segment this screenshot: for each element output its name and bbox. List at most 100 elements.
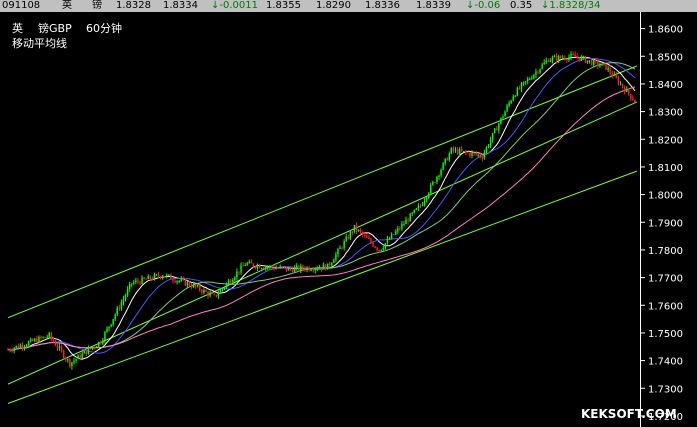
candle-body (508, 102, 510, 106)
quote-open: 1.8328 (116, 0, 151, 11)
candle-body (232, 280, 234, 283)
candle-body (617, 77, 620, 84)
candle-body (465, 150, 467, 153)
quote-change2: ↓-0.06 (466, 0, 501, 11)
candle-body (409, 213, 411, 222)
candle-body (390, 234, 393, 239)
candle-body (314, 268, 317, 271)
candle-body (67, 359, 69, 361)
candle-body (483, 152, 486, 159)
candle-body (368, 237, 370, 239)
quote-change: ↓-0.0011 (211, 0, 258, 11)
quote-v2: 1.8290 (316, 0, 351, 11)
candle-body (85, 351, 88, 355)
candle-body (343, 241, 345, 248)
candle-body (143, 277, 145, 279)
candle-body (306, 267, 308, 271)
candle-body (192, 284, 195, 288)
candle-body (549, 60, 552, 62)
candle-body (566, 59, 568, 61)
candle-body (58, 346, 61, 349)
candle (184, 278, 187, 286)
candle-body (625, 88, 628, 92)
candle-body (281, 266, 284, 268)
candle-body (500, 117, 502, 124)
chart-label-pair: 镑GBP (38, 21, 72, 35)
candle-body (493, 128, 496, 133)
candle-body (147, 275, 149, 280)
candle-body (93, 347, 96, 349)
candle-body (386, 239, 389, 244)
candle-body (60, 346, 63, 351)
candle-body (417, 205, 420, 209)
price-tick-label: 1.8200 (648, 135, 683, 146)
candle-body (326, 263, 329, 270)
candle-body (248, 261, 251, 264)
candle-body (194, 284, 197, 287)
candle-body (287, 267, 290, 271)
candle-body (285, 267, 288, 271)
candle-body (273, 267, 275, 270)
candle-body (265, 267, 267, 269)
candle-body (621, 83, 624, 88)
candle-body (405, 219, 407, 225)
candle-body (374, 246, 376, 248)
candle-body (444, 158, 446, 163)
quote-name: 英 (62, 0, 72, 11)
candle-body (199, 285, 201, 291)
candle-body (114, 314, 116, 320)
candle-body (553, 56, 556, 58)
candle-body (139, 281, 141, 284)
chart-label-indicator: 移动平均线 (12, 36, 67, 50)
candle-body (463, 150, 465, 152)
candle-body (207, 291, 209, 296)
candle-body (250, 261, 253, 264)
candle-body (133, 282, 135, 284)
candle-body (502, 116, 504, 118)
candle-body (246, 263, 248, 265)
candle-body (44, 336, 46, 338)
price-tick-label: 1.7400 (648, 357, 683, 368)
candle-body (605, 63, 607, 70)
candle-body (512, 96, 514, 101)
candle-body (590, 60, 593, 65)
candle-body (131, 283, 133, 285)
candle-body (81, 353, 83, 359)
candle-body (458, 149, 461, 154)
candle-body (434, 181, 436, 183)
candle-body (588, 60, 591, 62)
candle (164, 276, 166, 278)
candle-body (504, 111, 506, 117)
quote-v1: 1.8355 (266, 0, 301, 11)
candle-body (298, 265, 300, 271)
candle-body (498, 123, 500, 131)
candle-body (221, 288, 224, 290)
candle-body (562, 57, 564, 59)
candle-body (170, 274, 172, 280)
candle-body (331, 262, 333, 266)
candle-body (394, 231, 397, 235)
candle-body (48, 332, 50, 337)
candle-body (225, 283, 228, 288)
candle-body (159, 276, 162, 278)
candle-body (56, 345, 59, 349)
candle-body (531, 78, 533, 80)
candle (584, 55, 587, 64)
candle-body (397, 228, 399, 232)
candle-body (112, 319, 114, 325)
candle-body (349, 231, 352, 239)
candle-body (293, 267, 296, 272)
price-tick-label: 1.7300 (648, 384, 683, 395)
candle-body (236, 271, 238, 278)
candle-body (615, 74, 618, 78)
candle-body (25, 345, 28, 347)
candle-body (345, 236, 347, 242)
candle-body (145, 278, 147, 280)
quote-v4: 1.8339 (416, 0, 451, 11)
candle-body (388, 238, 391, 240)
candle-body (364, 234, 366, 236)
candle-body (203, 289, 205, 293)
candle-body (440, 169, 442, 176)
candle-body (634, 100, 636, 103)
candle-body (578, 57, 580, 61)
